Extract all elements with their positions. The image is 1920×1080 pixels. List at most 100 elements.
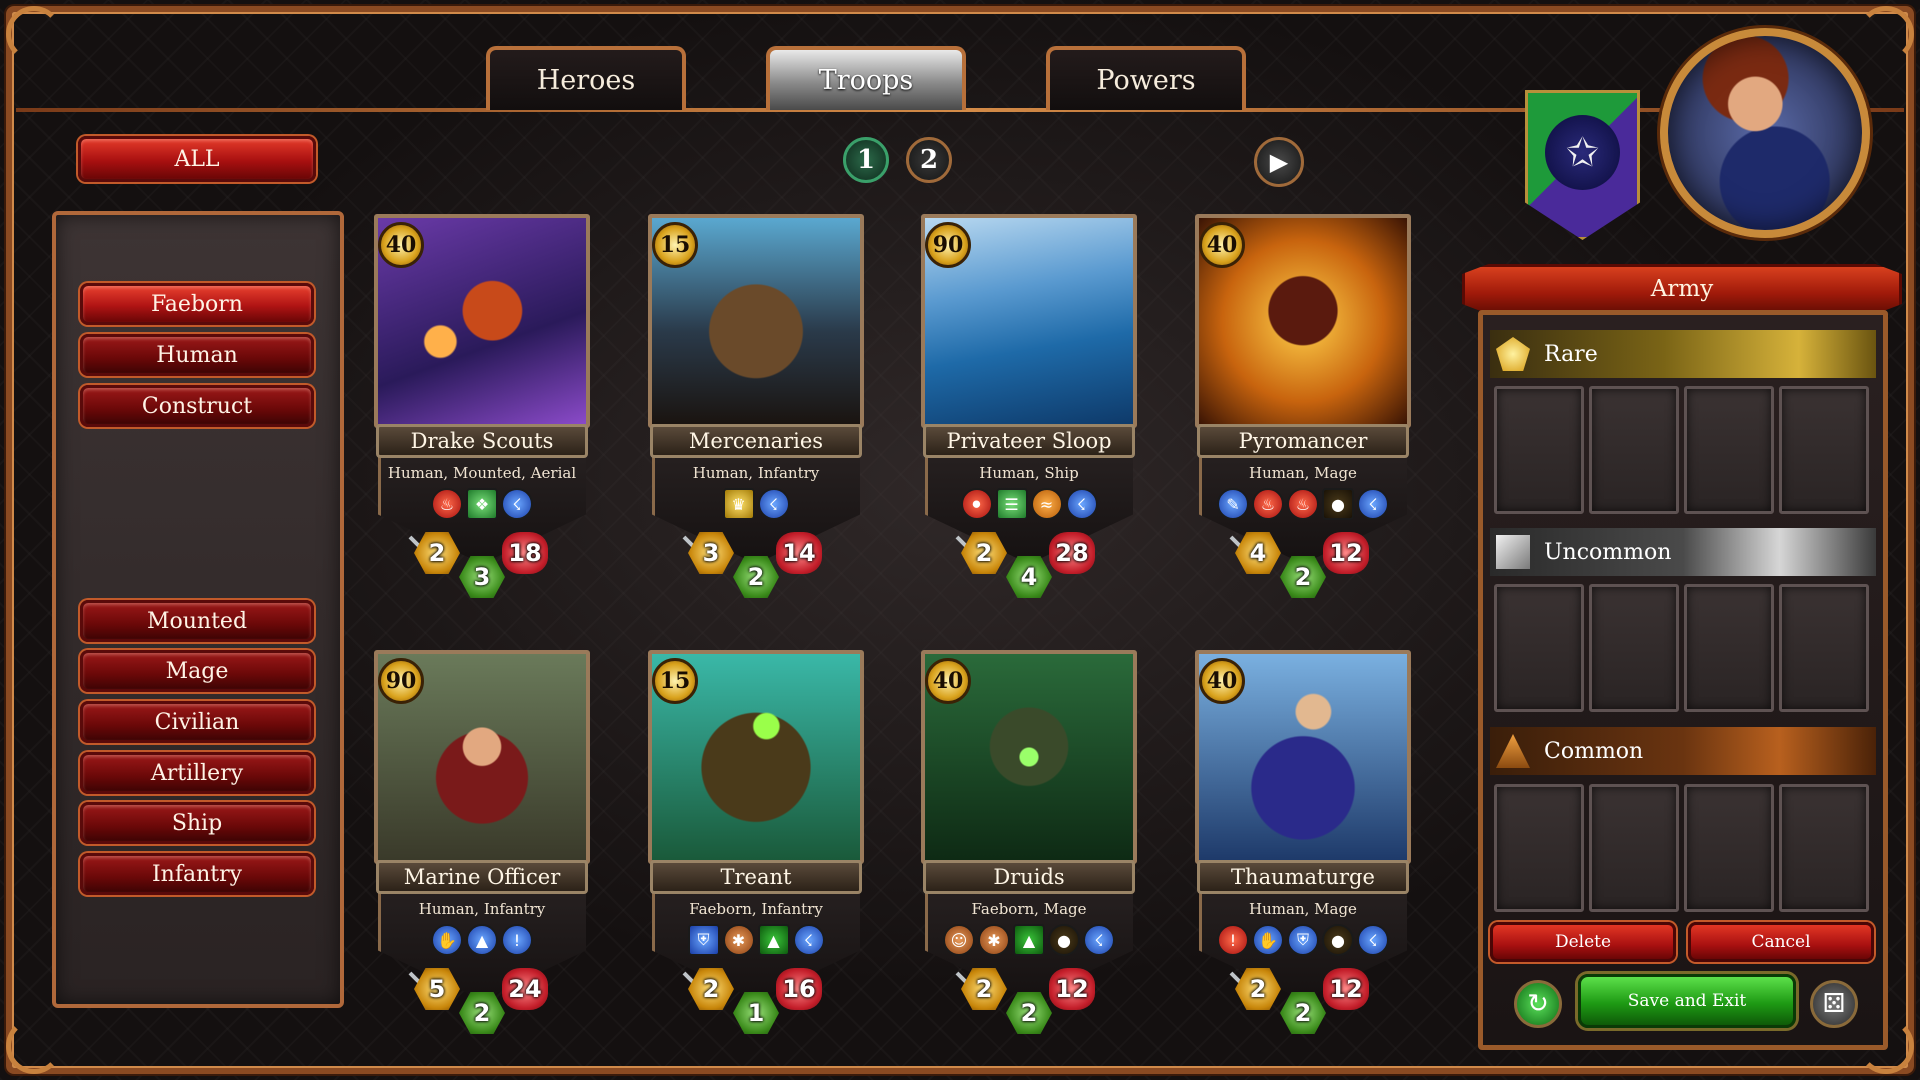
save-and-exit-button[interactable]: Save and Exit bbox=[1578, 974, 1796, 1028]
tab-troops[interactable]: Troops bbox=[766, 46, 966, 110]
army-slot[interactable] bbox=[1684, 784, 1774, 912]
page-1-button[interactable]: 1 bbox=[843, 137, 889, 183]
trait-icon: ☇ bbox=[1065, 488, 1098, 520]
trait-icon: ! bbox=[1217, 924, 1249, 956]
filter-artillery-button[interactable]: Artillery bbox=[80, 752, 314, 794]
army-slot[interactable] bbox=[1779, 784, 1869, 912]
trait-icon: ≈ bbox=[1030, 488, 1063, 520]
dice-icon[interactable]: ⚄ bbox=[1810, 980, 1858, 1028]
card-traits: Faeborn, Mage bbox=[971, 900, 1087, 918]
card-traits: Faeborn, Infantry bbox=[689, 900, 823, 918]
page-2-button[interactable]: 2 bbox=[906, 137, 952, 183]
army-slot[interactable] bbox=[1494, 584, 1584, 712]
trait-icon: ● bbox=[1322, 488, 1354, 520]
filter-mounted-button[interactable]: Mounted bbox=[80, 600, 314, 642]
filter-faeborn-button[interactable]: Faeborn bbox=[80, 283, 314, 325]
cancel-button[interactable]: Cancel bbox=[1688, 922, 1874, 962]
card-cost: 40 bbox=[1199, 658, 1245, 704]
army-slot[interactable] bbox=[1779, 584, 1869, 712]
next-page-icon[interactable]: ▶ bbox=[1254, 137, 1304, 187]
card-armor: 2 bbox=[733, 556, 779, 598]
army-slot[interactable] bbox=[1684, 386, 1774, 514]
card-cost: 15 bbox=[652, 222, 698, 268]
card-life: 16 bbox=[776, 968, 822, 1010]
army-slot[interactable] bbox=[1589, 386, 1679, 514]
army-slot[interactable] bbox=[1494, 386, 1584, 514]
gold-gem-icon bbox=[1496, 337, 1530, 371]
card-armor: 1 bbox=[733, 992, 779, 1034]
trait-icon: ♨ bbox=[431, 488, 463, 520]
trait-icon: ⛨ bbox=[687, 924, 720, 956]
card-traits: Human, Mage bbox=[1249, 464, 1357, 482]
filter-civilian-button[interactable]: Civilian bbox=[80, 701, 314, 743]
card-trait-icons: ⚫ ☰ ≈ ☇ bbox=[921, 488, 1137, 520]
trait-icon: ▲ bbox=[1013, 924, 1045, 956]
troop-card[interactable]: 90 Marine Officer Human, Infantry ✋ ▲! 5 … bbox=[374, 650, 590, 1040]
rarity-uncommon-header: Uncommon bbox=[1490, 528, 1876, 576]
army-slot[interactable] bbox=[1684, 584, 1774, 712]
card-cost: 90 bbox=[378, 658, 424, 704]
trait-icon: ✱ bbox=[978, 924, 1010, 956]
tab-heroes[interactable]: Heroes bbox=[486, 46, 686, 110]
troop-card[interactable]: 40 Pyromancer Human, Mage ✎ ♨ ♨ ● ☇ 4 2 12 bbox=[1195, 214, 1411, 604]
filter-construct-button[interactable]: Construct bbox=[80, 385, 314, 427]
card-armor: 2 bbox=[459, 992, 505, 1034]
filter-ship-button[interactable]: Ship bbox=[80, 802, 314, 844]
corner-ornament bbox=[6, 6, 62, 62]
troop-card[interactable]: 15 Treant Faeborn, Infantry ⛨ ✱ ▲ ☇ 2 1 16 bbox=[648, 650, 864, 1040]
trait-icon: ♨ bbox=[1287, 488, 1319, 520]
card-name: Thaumaturge bbox=[1197, 860, 1409, 894]
card-trait-icons: ⛨ ✱ ▲ ☇ bbox=[648, 924, 864, 956]
card-traits: Human, Infantry bbox=[418, 900, 546, 918]
card-name: Privateer Sloop bbox=[923, 424, 1135, 458]
filter-infantry-button[interactable]: Infantry bbox=[80, 853, 314, 895]
card-name: Druids bbox=[923, 860, 1135, 894]
rarity-rare-header: Rare bbox=[1490, 330, 1876, 378]
trait-icon: ✎ bbox=[1217, 488, 1249, 520]
trait-icon: ✋ bbox=[1252, 924, 1284, 956]
trait-icon: ☇ bbox=[1357, 488, 1389, 520]
army-slot[interactable] bbox=[1494, 784, 1584, 912]
army-title: Army bbox=[1462, 264, 1902, 314]
card-cost: 90 bbox=[925, 222, 971, 268]
pistol-emblem-icon: ✩ bbox=[1545, 115, 1620, 190]
filter-mage-button[interactable]: Mage bbox=[80, 650, 314, 692]
troop-card[interactable]: 90 Privateer Sloop Human, Ship ⚫ ☰ ≈ ☇ 2 4 … bbox=[921, 214, 1137, 604]
card-armor: 3 bbox=[459, 556, 505, 598]
trait-icon: ☇ bbox=[1357, 924, 1389, 956]
rarity-label: Uncommon bbox=[1544, 539, 1672, 565]
filter-human-button[interactable]: Human bbox=[80, 334, 314, 376]
card-cost: 40 bbox=[1199, 222, 1245, 268]
army-slot[interactable] bbox=[1589, 584, 1679, 712]
card-life: 28 bbox=[1049, 532, 1095, 574]
card-life: 12 bbox=[1323, 532, 1369, 574]
card-armor: 2 bbox=[1280, 992, 1326, 1034]
trait-icon: ☇ bbox=[1083, 924, 1115, 956]
hero-portrait[interactable] bbox=[1660, 28, 1870, 238]
filter-all-button[interactable]: ALL bbox=[78, 136, 316, 182]
troop-card[interactable]: 40 Drake Scouts Human, Mounted, Aerial ♨… bbox=[374, 214, 590, 604]
card-cost: 15 bbox=[652, 658, 698, 704]
card-name: Marine Officer bbox=[376, 860, 588, 894]
card-trait-icons: ♨ ❖ ☇ bbox=[374, 488, 590, 520]
refresh-icon[interactable]: ↻ bbox=[1514, 980, 1562, 1028]
rarity-common-header: Common bbox=[1490, 727, 1876, 775]
troop-card[interactable]: 40 Druids Faeborn, Mage ☺ ✱ ▲ ● ☇ 2 2 12 bbox=[921, 650, 1137, 1040]
card-traits: Human, Ship bbox=[979, 464, 1079, 482]
delete-button[interactable]: Delete bbox=[1490, 922, 1676, 962]
card-armor: 2 bbox=[1280, 556, 1326, 598]
card-life: 24 bbox=[502, 968, 548, 1010]
army-slot[interactable] bbox=[1589, 784, 1679, 912]
corner-ornament bbox=[6, 1018, 62, 1074]
tab-powers[interactable]: Powers bbox=[1046, 46, 1246, 110]
corner-ornament bbox=[1858, 6, 1914, 62]
card-life: 12 bbox=[1323, 968, 1369, 1010]
card-trait-icons: ☺ ✱ ▲ ● ☇ bbox=[921, 924, 1137, 956]
army-slot[interactable] bbox=[1779, 386, 1869, 514]
card-trait-icons: ♛ ☇ bbox=[648, 488, 864, 520]
rarity-label: Rare bbox=[1544, 341, 1598, 367]
trait-icon: ⚫ bbox=[960, 488, 993, 520]
troop-card[interactable]: 40 Thaumaturge Human, Mage ! ✋ ⛨ ● ☇ 2 2 12 bbox=[1195, 650, 1411, 1040]
rarity-label: Common bbox=[1544, 738, 1644, 764]
troop-card[interactable]: 15 Mercenaries Human, Infantry ♛ ☇ 3 2 14 bbox=[648, 214, 864, 604]
